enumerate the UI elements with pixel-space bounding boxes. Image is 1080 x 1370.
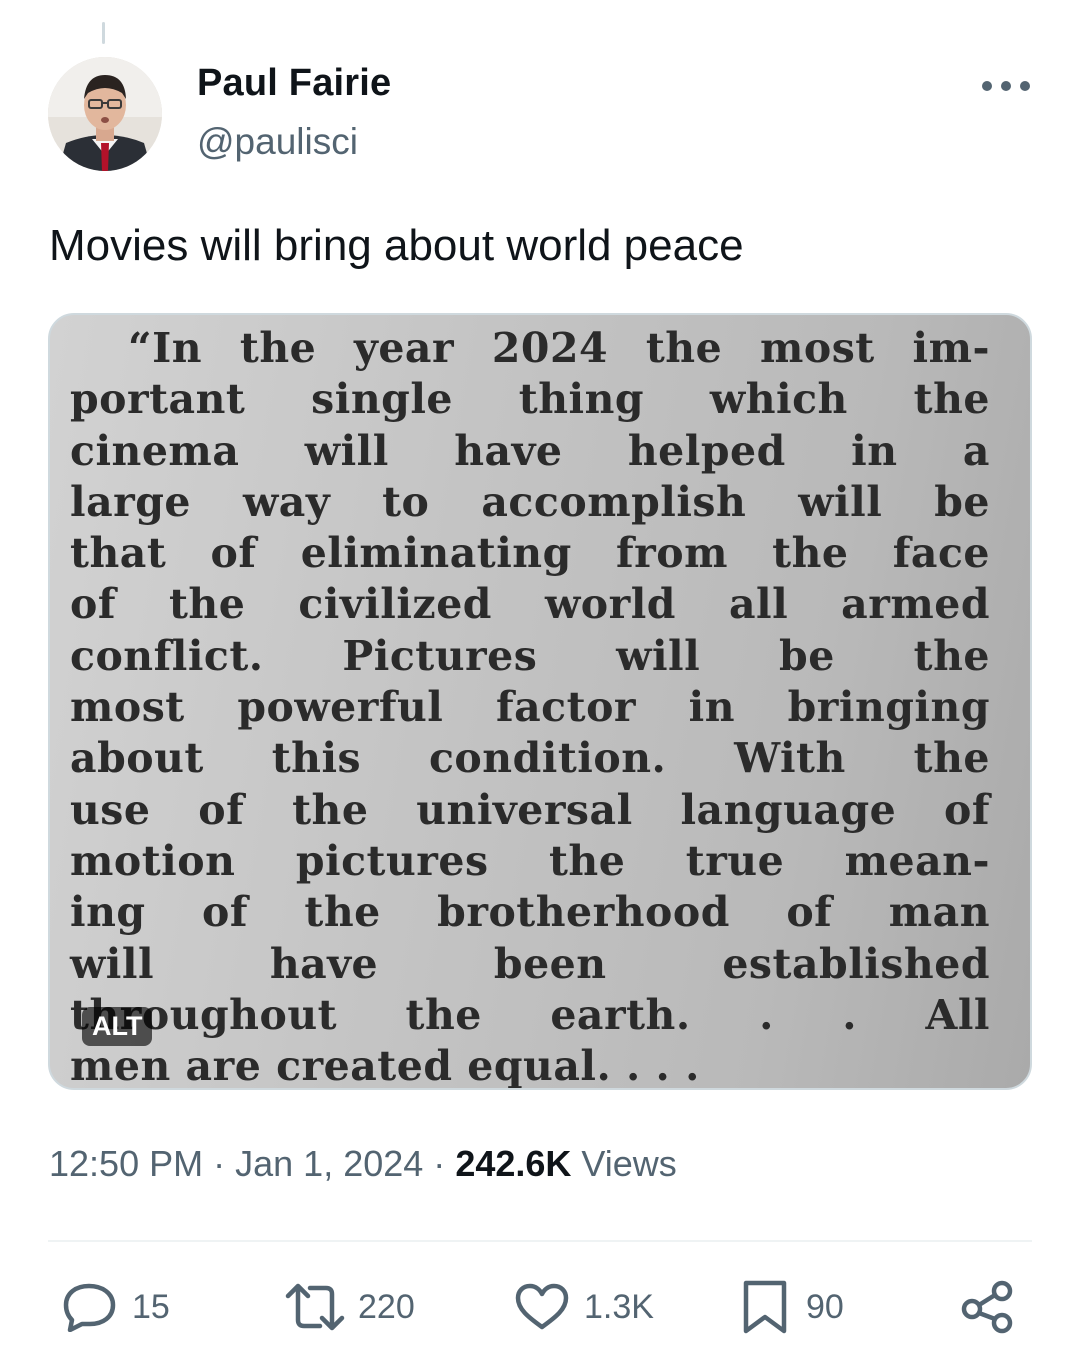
clipping-line: portant single thing which the <box>70 375 990 424</box>
clipping-line: cinema will have helped in a <box>70 426 990 475</box>
clipping-line: will have been established <box>70 939 990 988</box>
clipping-line: use of the universal language of <box>70 785 990 834</box>
avatar-photo-icon <box>48 57 162 171</box>
thread-connector-line <box>102 22 105 44</box>
more-dots-icon <box>982 81 1030 91</box>
heart-icon <box>515 1283 569 1330</box>
share-icon <box>961 1280 1013 1334</box>
author-name[interactable]: Paul Fairie <box>197 62 391 105</box>
tweet-time[interactable]: 12:50 PM <box>49 1143 203 1184</box>
views-count: 242.6K <box>455 1143 572 1184</box>
clipping-line: motion pictures the true mean- <box>70 836 990 885</box>
meta-separator: · <box>433 1143 446 1184</box>
bookmark-button[interactable]: 90 <box>736 1280 844 1334</box>
repost-count: 220 <box>358 1287 415 1326</box>
clipping-line: most powerful factor in bringing <box>70 683 990 732</box>
clipping-line: about this condition. With the <box>70 734 990 783</box>
more-options-button[interactable] <box>978 66 1034 106</box>
repost-arrows-icon <box>285 1283 345 1331</box>
tweet-metadata: 12:50 PM · Jan 1, 2024 · 242.6K Views <box>49 1143 677 1185</box>
clipping-line: ing of the brotherhood of man <box>70 888 990 937</box>
reply-button[interactable]: 15 <box>60 1282 170 1332</box>
divider <box>48 1240 1032 1242</box>
bookmark-icon <box>743 1280 787 1334</box>
alt-text-badge[interactable]: ALT <box>82 1007 153 1046</box>
views-label: Views <box>581 1143 677 1184</box>
tweet-date[interactable]: Jan 1, 2024 <box>235 1143 423 1184</box>
clipping-line: throughout the earth. . . All <box>70 990 990 1039</box>
tweet-media-image[interactable]: “In the year 2024 the most im- portant s… <box>48 313 1032 1090</box>
clipping-line: of the civilized world all armed <box>70 580 990 629</box>
author-handle[interactable]: @paulisci <box>197 121 358 163</box>
bookmark-count: 90 <box>806 1287 844 1326</box>
repost-button[interactable]: 220 <box>284 1282 415 1332</box>
reply-bubble-icon <box>63 1283 116 1332</box>
like-count: 1.3K <box>584 1287 654 1326</box>
clipping-line: “In the year 2024 the most im- <box>128 324 990 372</box>
like-button[interactable]: 1.3K <box>512 1282 654 1332</box>
newspaper-clipping-text: “In the year 2024 the most im- portant s… <box>70 323 990 1090</box>
meta-separator: · <box>213 1143 226 1184</box>
reply-count: 15 <box>132 1287 170 1326</box>
clipping-line: conflict. Pictures will be the <box>70 631 990 680</box>
clipping-line: large way to accomplish will be <box>70 477 990 526</box>
clipping-line: men are created equal. . . . <box>70 1042 700 1090</box>
author-avatar[interactable] <box>48 57 162 171</box>
tweet-text: Movies will bring about world peace <box>49 221 744 270</box>
clipping-line: that of eliminating from the face <box>70 529 990 578</box>
share-button[interactable] <box>960 1280 1016 1334</box>
